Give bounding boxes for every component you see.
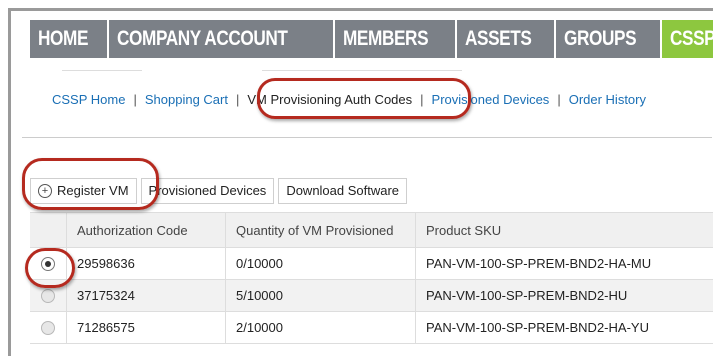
sku-cell: PAN-VM-100-SP-PREM-BND2-HU [415,280,713,311]
header-auth-code[interactable]: Authorization Code [66,213,225,247]
auth-codes-table: Authorization Code Quantity of VM Provis… [30,212,713,344]
header-select [30,213,66,247]
table-row[interactable]: 29598636 0/10000 PAN-VM-100-SP-PREM-BND2… [30,248,713,280]
download-software-label: Download Software [286,183,400,198]
radio-button[interactable] [41,320,55,335]
nav-assets[interactable]: ASSETS [456,20,554,58]
auth-code-cell: 71286575 [66,312,225,343]
subnav-separator: | [235,91,240,107]
sku-cell: PAN-VM-100-SP-PREM-BND2-HA-YU [415,312,713,343]
provisioned-devices-label: Provisioned Devices [148,183,267,198]
sku-cell: PAN-VM-100-SP-PREM-BND2-HA-MU [415,248,713,279]
quantity-cell: 5/10000 [225,280,415,311]
radio-button[interactable] [41,288,55,303]
quantity-cell: 2/10000 [225,312,415,343]
auth-code-cell: 29598636 [66,248,225,279]
table-row[interactable]: 71286575 2/10000 PAN-VM-100-SP-PREM-BND2… [30,312,713,344]
download-software-button[interactable]: Download Software [278,178,408,204]
subnav-order-history[interactable]: Order History [569,92,646,107]
table-row[interactable]: 37175324 5/10000 PAN-VM-100-SP-PREM-BND2… [30,280,713,312]
nav-cssp[interactable]: CSSP [661,20,713,58]
highlight-register-vm [22,158,159,210]
auth-code-cell: 37175324 [66,280,225,311]
row-select[interactable] [30,312,66,343]
subnav-rule [62,70,142,71]
highlight-selected-radio [25,248,75,288]
subnav-shopping-cart[interactable]: Shopping Cart [145,92,228,107]
table-header: Authorization Code Quantity of VM Provis… [30,213,713,248]
top-nav: HOME COMPANY ACCOUNT MEMBERS ASSETS GROU… [30,20,713,58]
nav-members[interactable]: MEMBERS [334,20,455,58]
subnav-separator: | [557,91,561,107]
nav-home[interactable]: HOME [30,20,107,58]
quantity-cell: 0/10000 [225,248,415,279]
subnav-separator: | [133,91,137,107]
header-sku[interactable]: Product SKU [415,213,713,247]
highlight-auth-codes-tab [257,78,471,119]
provisioned-devices-button[interactable]: Provisioned Devices [140,178,275,204]
section-divider [22,137,712,138]
subnav-rule-2 [262,70,462,71]
header-quantity[interactable]: Quantity of VM Provisioned [225,213,415,247]
subnav-cssp-home[interactable]: CSSP Home [52,92,125,107]
nav-company-account[interactable]: COMPANY ACCOUNT [109,20,333,58]
nav-groups[interactable]: GROUPS [555,20,660,58]
